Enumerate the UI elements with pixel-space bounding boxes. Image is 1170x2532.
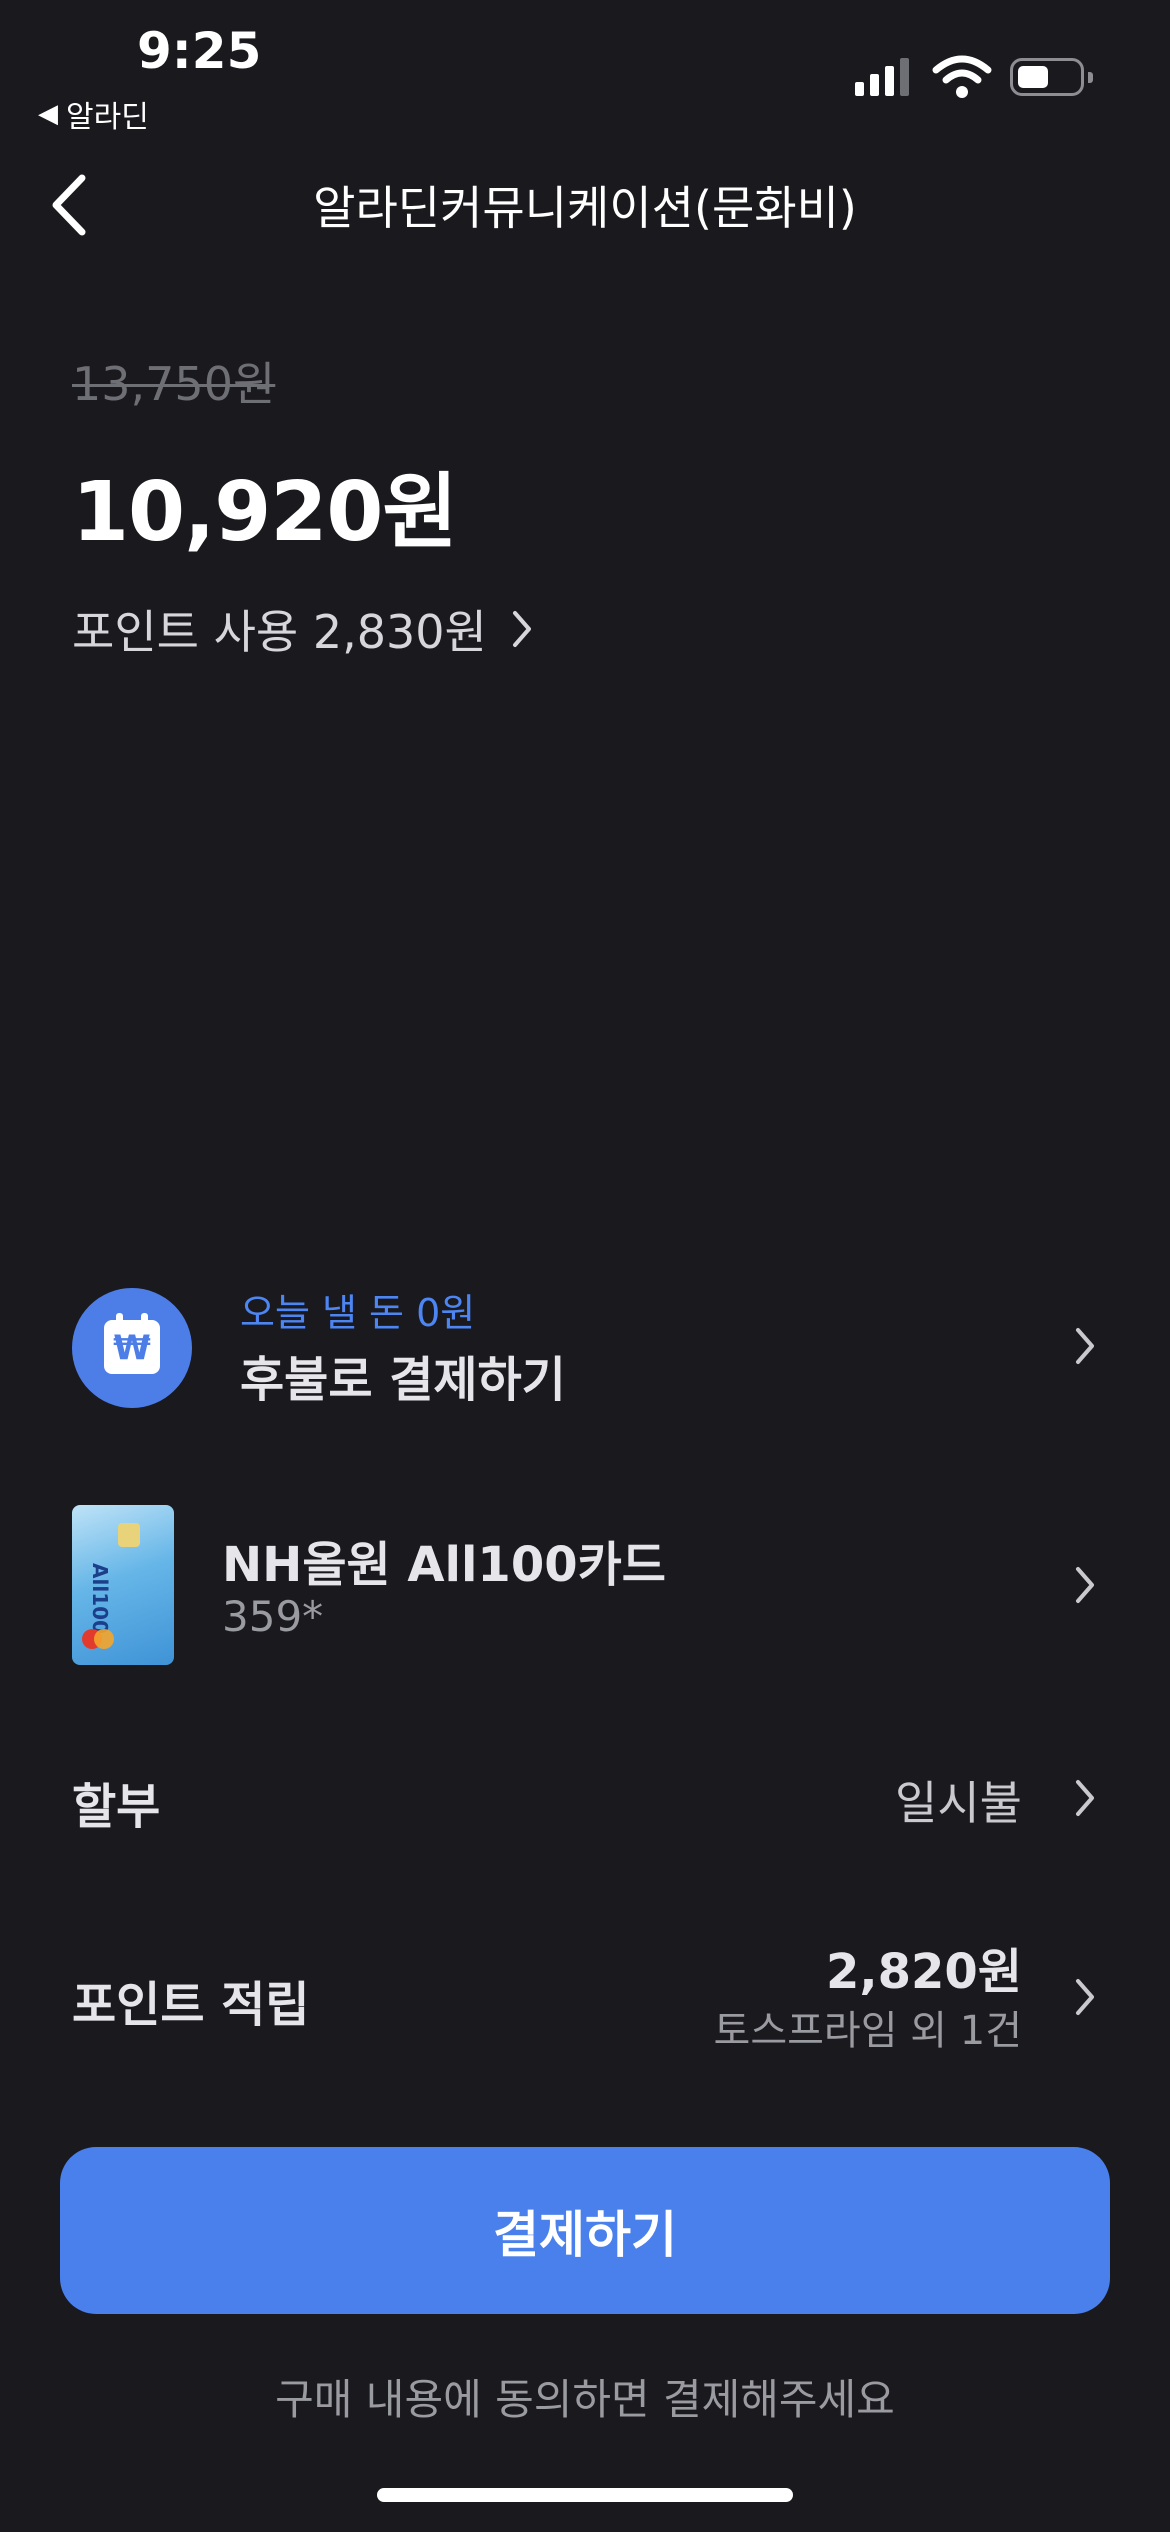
page-title: 알라딘커뮤니케이션(문화비) [313,181,857,235]
card-image: All100 [72,1505,174,1665]
battery-icon [1010,58,1093,96]
calendar-won-icon: ₩ [72,1288,192,1408]
bnpl-subtitle: 오늘 낼 돈 0원 [240,1291,476,1335]
points-used-link[interactable]: 포인트 사용 2,830원 [72,596,533,662]
card-number: 359* [222,1592,324,1641]
original-price: 13,750원 [72,357,276,411]
points-used-label: 포인트 사용 2,830원 [72,605,487,659]
card-name: NH올원 All100카드 [222,1537,666,1593]
chevron-right-icon [1076,1567,1094,1603]
final-price: 10,920원 [72,465,458,560]
chevron-right-icon [1076,1979,1094,2015]
back-triangle-icon: ◀ [38,99,58,129]
chevron-right-icon [1076,1780,1094,1816]
points-accrual-amount: 2,820원 [826,1944,1022,2000]
back-app-label: 알라딘 [66,100,149,135]
signal-icon [855,58,909,96]
chevron-right-icon [512,611,531,647]
installment-value: 일시불 [895,1776,1022,1830]
pay-button[interactable]: 결제하기 [60,2147,1110,2314]
chevron-right-icon [1076,1328,1094,1364]
status-time: 9:25 [137,22,262,80]
bnpl-title: 후불로 결제하기 [240,1352,566,1408]
installment-label: 할부 [72,1779,161,1835]
points-accrual-detail: 토스프라임 외 1건 [713,2008,1022,2054]
back-to-app-link[interactable]: ◀ 알라딘 [38,92,149,136]
agreement-text: 구매 내용에 동의하면 결제해주세요 [275,2375,895,2424]
home-indicator[interactable] [377,2488,793,2502]
points-accrual-label: 포인트 적립 [72,1977,310,2033]
wifi-icon [932,55,992,98]
